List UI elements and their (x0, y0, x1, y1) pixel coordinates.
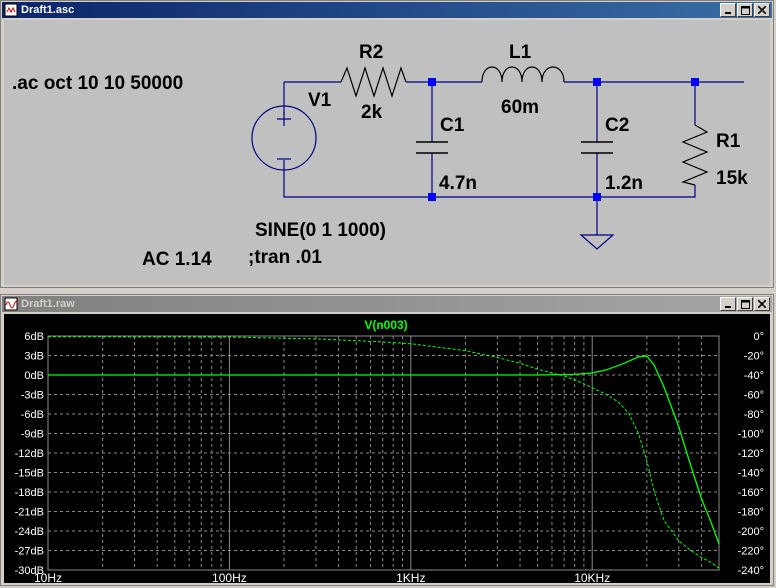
x-tick-label: 100Hz (212, 571, 247, 583)
l1-label[interactable]: L1 (509, 42, 532, 63)
x-tick-label: 10Hz (34, 571, 62, 583)
ground-symbol[interactable] (579, 234, 615, 250)
y-tick-label-phase: -180° (738, 507, 764, 519)
ac-directive[interactable]: .ac oct 10 10 50000 (12, 73, 183, 94)
y-tick-label-phase: -240° (738, 565, 764, 577)
waveform-canvas[interactable]: V(n003) 6dB 3dB 0dB -3dB -6dB -9dB -12dB -15dB -… (4, 314, 770, 585)
capacitor-c2-symbol[interactable] (581, 141, 613, 154)
y-tick-label-db: -27dB (15, 546, 44, 558)
r1-value[interactable]: 15k (716, 168, 748, 189)
ac-amplitude[interactable]: AC 1.14 (142, 249, 212, 270)
phase-trace (47, 336, 720, 569)
bode-plot[interactable]: V(n003) 6dB 3dB 0dB -3dB -6dB -9dB -12dB -15dB -… (4, 314, 770, 585)
y-tick-label-db: -9dB (21, 429, 44, 441)
capacitor-c1-symbol[interactable] (416, 141, 448, 154)
y-tick-label-phase: -200° (738, 526, 764, 538)
y-tick-label-phase: -80° (744, 409, 764, 421)
y-tick-label-phase: -40° (744, 370, 764, 382)
inductor-l1-symbol[interactable] (481, 66, 565, 83)
y-tick-label-phase: -100° (738, 429, 764, 441)
c1-value[interactable]: 4.7n (439, 173, 477, 194)
y-tick-label-phase: -20° (744, 351, 764, 363)
y-tick-label-db: -3dB (21, 390, 44, 402)
x-tick-label: 10KHz (574, 571, 610, 583)
y-tick-label-db: -12dB (15, 448, 44, 460)
y-tick-label-db: -6dB (21, 409, 44, 421)
v1-label[interactable]: V1 (308, 90, 332, 111)
resistor-r2-symbol[interactable] (340, 66, 407, 98)
r2-label[interactable]: R2 (359, 42, 383, 63)
y-tick-label-phase: -160° (738, 487, 764, 499)
y-tick-label-phase: -120° (738, 448, 764, 460)
minimize-button[interactable] (720, 3, 736, 17)
trace-label[interactable]: V(n003) (364, 318, 407, 332)
schematic-window: Draft1.asc .ac oct 10 10 50000 V1 R2 2k … (0, 0, 774, 288)
maximize-button[interactable] (737, 297, 753, 311)
minimize-button[interactable] (720, 297, 736, 311)
y-tick-label-db: -21dB (15, 507, 44, 519)
r1-label[interactable]: R1 (716, 131, 741, 152)
c2-label[interactable]: C2 (605, 115, 629, 136)
y-tick-label-db: 6dB (24, 331, 44, 343)
x-tick-label: 1KHz (396, 571, 425, 583)
y-tick-label-db: -24dB (15, 526, 44, 538)
c2-value[interactable]: 1.2n (605, 173, 643, 194)
schematic-titlebar[interactable]: Draft1.asc (2, 2, 772, 18)
sine-directive[interactable]: SINE(0 1 1000) (255, 220, 386, 241)
y-tick-label-phase: 0° (753, 331, 764, 343)
y-tick-label-phase: -60° (744, 390, 764, 402)
schematic-title: Draft1.asc (21, 4, 75, 16)
y-tick-label-db: 3dB (24, 351, 44, 363)
magnitude-trace (48, 355, 720, 545)
r2-value[interactable]: 2k (361, 102, 383, 123)
close-button[interactable] (754, 3, 770, 17)
y-tick-label-phase: -220° (738, 546, 764, 558)
waveform-doc-icon (4, 297, 18, 311)
close-button[interactable] (754, 297, 770, 311)
y-tick-label-db: 0dB (24, 370, 44, 382)
y-tick-label-db: -15dB (15, 468, 44, 480)
schematic-canvas[interactable]: .ac oct 10 10 50000 V1 R2 2k L1 60m C1 4… (4, 20, 770, 285)
y-tick-label-db: -18dB (15, 487, 44, 499)
resistor-r1-symbol[interactable] (681, 124, 709, 186)
c1-label[interactable]: C1 (440, 115, 465, 136)
l1-value[interactable]: 60m (501, 97, 539, 118)
tran-directive[interactable]: ;tran .01 (248, 247, 322, 268)
waveform-titlebar[interactable]: Draft1.raw (2, 296, 772, 312)
waveform-title: Draft1.raw (21, 298, 75, 310)
schematic-doc-icon (4, 3, 18, 17)
y-tick-label-phase: -140° (738, 468, 764, 480)
maximize-button[interactable] (737, 3, 753, 17)
waveform-window: Draft1.raw V(n003) 6dB 3dB 0dB -3dB -6dB -9dB… (0, 294, 774, 586)
